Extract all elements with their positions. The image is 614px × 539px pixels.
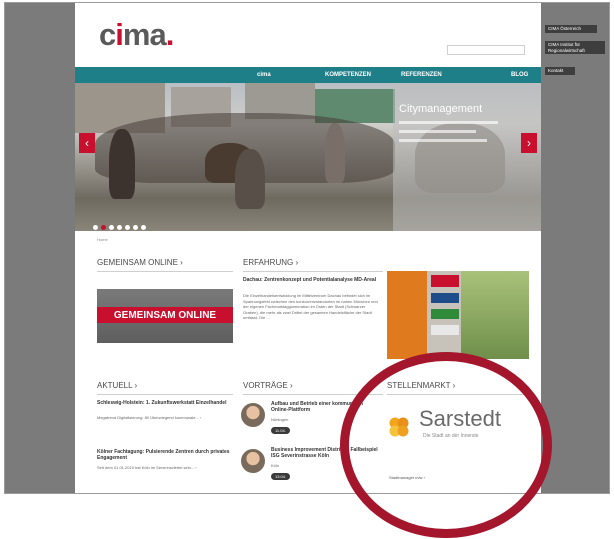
- photo-tree: [461, 271, 529, 359]
- section-title-vortraege[interactable]: VORTRÄGE ›: [243, 381, 293, 391]
- photo-building-orange: [387, 271, 427, 359]
- logo-text-c: c: [99, 17, 116, 52]
- logo-dot: .: [165, 17, 175, 52]
- aktuell-item-title[interactable]: Schleswig-Holstein: 1. Zukunftswerkstatt…: [97, 400, 233, 406]
- logo-text-ma: ma: [122, 17, 167, 52]
- slider-dot[interactable]: [117, 225, 122, 230]
- sarstedt-name[interactable]: Sarstedt: [419, 407, 501, 431]
- hero-person: [235, 149, 265, 209]
- search-input[interactable]: [447, 45, 525, 55]
- banner-text: GEMEINSAM ONLINE: [113, 310, 217, 321]
- section-divider: [243, 394, 383, 395]
- nav-item-referenzen[interactable]: REFERENZEN: [401, 70, 442, 80]
- side-link-kontakt[interactable]: Kontakt: [545, 67, 575, 75]
- nav-item-cima[interactable]: cima: [257, 70, 271, 80]
- gemeinsam-online-banner[interactable]: GEMEINSAM ONLINE: [97, 289, 233, 343]
- slider-dot[interactable]: [93, 225, 98, 230]
- speaker-avatar: [241, 403, 265, 427]
- slider-dot[interactable]: [125, 225, 130, 230]
- job-link[interactable]: Stadtmanager m/w ›: [389, 475, 425, 480]
- chevron-right-icon[interactable]: ›: [521, 133, 537, 153]
- nav-item-kompetenzen[interactable]: KOMPETENZEN: [325, 70, 371, 80]
- vortrag-title[interactable]: Business Improvement Districts: Fallbeis…: [271, 447, 379, 459]
- side-link-institut[interactable]: CIMA Institut für Regionalwirtschaft: [545, 41, 605, 54]
- hero-person: [109, 129, 135, 199]
- section-title-erfahrung[interactable]: ERFAHRUNG ›: [243, 258, 298, 268]
- photo-sign-white: [431, 325, 459, 335]
- photo-sign-blue: [431, 293, 459, 303]
- aktuell-item-title[interactable]: Kölner Fachtagung: Pulsierende Zentren d…: [97, 449, 233, 461]
- vortrag-place: Nürtingen: [271, 417, 289, 422]
- photo-sign-green: [431, 309, 459, 319]
- browser-frame: cima. ⚲ cima KOMPETENZEN REFERENZEN BLOG: [4, 2, 610, 494]
- hero-slider[interactable]: Citymanagement ‹ ›: [75, 83, 541, 231]
- vortrag-place: Köln: [271, 463, 280, 468]
- nav-item-blog[interactable]: BLOG: [511, 70, 528, 80]
- sarstedt-tagline: Die Stadt an der Innerste: [423, 433, 479, 439]
- slider-dot[interactable]: [133, 225, 138, 230]
- slider-dot[interactable]: [109, 225, 114, 230]
- hero-title: Citymanagement: [399, 103, 483, 115]
- main-nav: cima KOMPETENZEN REFERENZEN BLOG: [75, 67, 541, 83]
- cima-logo[interactable]: cima.: [99, 17, 175, 52]
- sarstedt-logo-icon[interactable]: [387, 415, 411, 439]
- caption-line: [399, 139, 487, 142]
- aktuell-item-text: Seit dem 01.01.2010 hat Köln im Severins…: [97, 465, 197, 470]
- hero-person: [325, 123, 345, 183]
- vortrag-date-badge: 11.04.: [271, 427, 290, 434]
- slider-dot-active[interactable]: [101, 225, 106, 230]
- vortrag-date-badge: 13.04.: [271, 473, 291, 480]
- logo-text-i: i: [115, 17, 124, 52]
- section-divider: [243, 271, 383, 272]
- breadcrumb[interactable]: Home: [97, 237, 108, 242]
- section-divider: [97, 394, 233, 395]
- slider-dots: [93, 217, 149, 231]
- section-divider: [387, 394, 529, 395]
- erfahrung-headline[interactable]: Dachau: Zentrenkonzept und Potentialanal…: [243, 277, 379, 283]
- vortrag-title[interactable]: Aufbau und Betrieb einer kommunalen Onli…: [271, 401, 379, 413]
- aktuell-item-text: Megatrend Digitalisierung: 80 Überwiegen…: [97, 415, 202, 420]
- photo-sign-red: [431, 275, 459, 287]
- section-title-gemeinsam[interactable]: GEMEINSAM ONLINE ›: [97, 258, 183, 268]
- chevron-left-icon[interactable]: ‹: [79, 133, 95, 153]
- website-page: cima. ⚲ cima KOMPETENZEN REFERENZEN BLOG: [75, 3, 541, 493]
- hero-caption-text: [399, 121, 509, 148]
- erfahrung-body: Die Einzelhandelsentwicklung im Mittelze…: [243, 293, 378, 320]
- caption-line: [399, 121, 498, 124]
- section-title-aktuell[interactable]: AKTUELL ›: [97, 381, 137, 391]
- screenshot-stage: cima. ⚲ cima KOMPETENZEN REFERENZEN BLOG: [0, 0, 614, 539]
- section-title-stellenmarkt[interactable]: STELLENMARKT ›: [387, 381, 455, 391]
- erfahrung-photo: [387, 271, 529, 359]
- speaker-avatar: [241, 449, 265, 473]
- caption-line: [399, 130, 476, 133]
- slider-dot[interactable]: [141, 225, 146, 230]
- side-link-oesterreich[interactable]: CIMA Österreich: [545, 25, 597, 33]
- section-divider: [97, 271, 233, 272]
